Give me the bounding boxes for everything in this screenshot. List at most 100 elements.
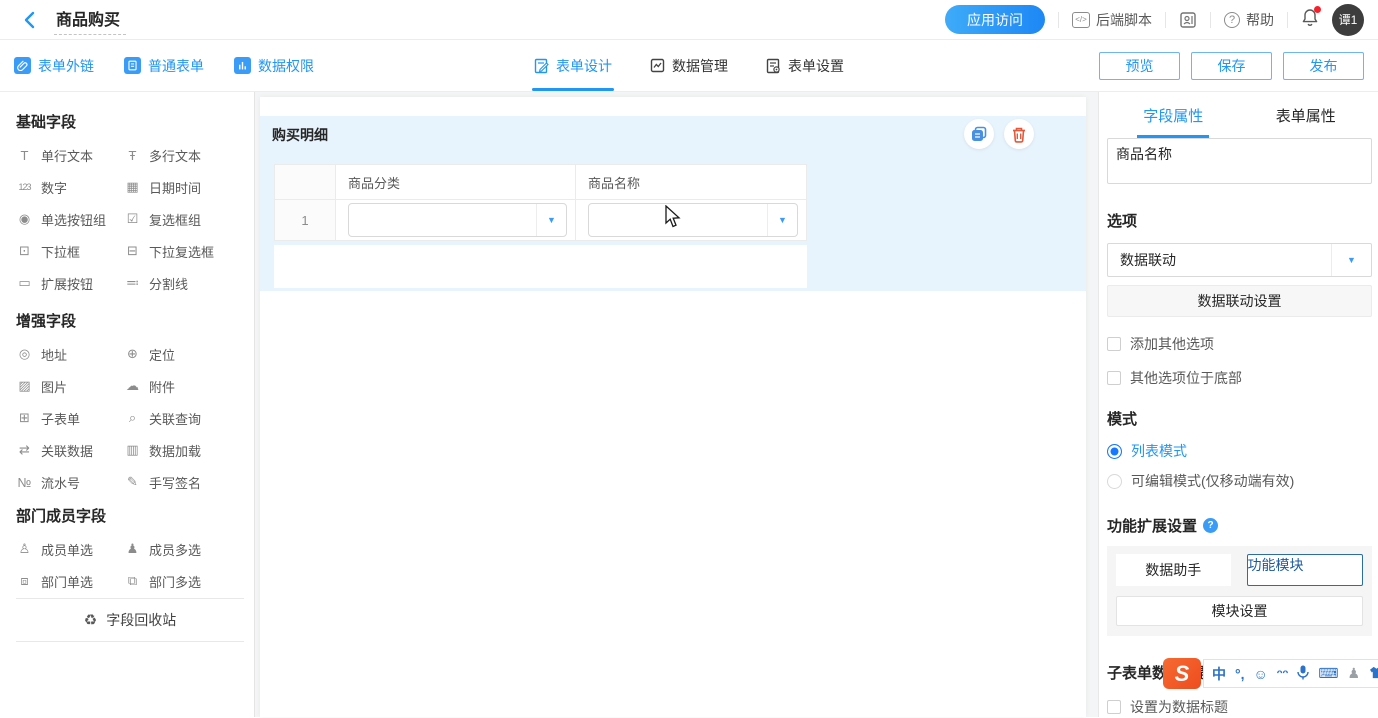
checkbox-icon: ☑ xyxy=(124,211,141,227)
tab-data-manage[interactable]: 数据管理 xyxy=(650,40,728,91)
notification-button[interactable] xyxy=(1301,8,1319,32)
person-icon: ♙ xyxy=(16,541,33,557)
set-data-title-checkbox[interactable]: 设置为数据标题 xyxy=(1107,697,1372,717)
data-permission-icon xyxy=(234,57,251,74)
dropdown-icon: ⊡ xyxy=(16,243,33,259)
sogou-logo[interactable]: S xyxy=(1163,658,1201,689)
tab-form-design[interactable]: 表单设计 xyxy=(534,40,612,91)
form-design-icon xyxy=(534,58,549,74)
palette-item-location[interactable]: ⊕定位 xyxy=(124,345,244,363)
help-button[interactable]: ? 帮助 xyxy=(1224,10,1274,30)
function-module-button[interactable]: 功能模块 xyxy=(1247,554,1364,586)
delete-widget-button[interactable] xyxy=(1004,119,1034,149)
options-source-select[interactable]: 数据联动 ▼ xyxy=(1107,243,1372,277)
palette-item-department-single[interactable]: ⧈部门单选 xyxy=(16,572,124,590)
palette-item-image[interactable]: ▨图片 xyxy=(16,377,124,395)
checkbox-icon xyxy=(1107,337,1121,351)
user-avatar[interactable]: 谭1 xyxy=(1332,4,1364,36)
palette-item-subform[interactable]: ⊞子表单 xyxy=(16,409,124,427)
back-button[interactable] xyxy=(18,9,40,31)
field-title-input[interactable]: 商品名称 xyxy=(1107,138,1372,184)
palette-item-data-load[interactable]: ▥数据加载 xyxy=(124,441,244,459)
palette-item-linked-query[interactable]: ⌕关联查询 xyxy=(124,409,244,427)
palette-item-address[interactable]: ◎地址 xyxy=(16,345,124,363)
palette-item-select[interactable]: ⊡下拉框 xyxy=(16,242,124,260)
palette-item-number[interactable]: 123数字 xyxy=(16,178,124,196)
app-access-button[interactable]: 应用访问 xyxy=(945,5,1045,34)
category-select[interactable]: ▼ xyxy=(348,203,567,237)
palette-item-datetime[interactable]: ▦日期时间 xyxy=(124,178,244,196)
data-link-settings-button[interactable]: 数据联动设置 xyxy=(1107,285,1372,317)
palette-item-linked-data[interactable]: ⇄关联数据 xyxy=(16,441,124,459)
field-recycle-bin[interactable]: ♻ 字段回收站 xyxy=(16,598,244,642)
list-mode-radio[interactable]: 列表模式 xyxy=(1107,441,1372,461)
column-header-index[interactable] xyxy=(275,165,336,199)
name-select[interactable]: ▼ xyxy=(588,203,798,237)
module-settings-button[interactable]: 模块设置 xyxy=(1116,596,1363,626)
tab-form-properties[interactable]: 表单属性 xyxy=(1240,92,1373,138)
account-icon[interactable]: ♟ xyxy=(1348,665,1361,682)
palette-item-attachment[interactable]: ☁附件 xyxy=(124,377,244,395)
search-link-icon: ⌕ xyxy=(124,410,141,426)
section-title-member-fields: 部门成员字段 xyxy=(16,505,244,526)
app-window: 商品购买 应用访问 </> 后端脚本 ? 帮助 谭1 xyxy=(0,0,1378,718)
palette-item-member-single[interactable]: ♙成员单选 xyxy=(16,540,124,558)
data-helper-button[interactable]: 数据助手 xyxy=(1116,554,1231,586)
subform-icon: ⊞ xyxy=(16,410,33,426)
column-header-category[interactable]: 商品分类 xyxy=(336,165,576,199)
palette-item-single-line-text[interactable]: T单行文本 xyxy=(16,146,124,164)
help-icon[interactable]: ? xyxy=(1203,518,1218,533)
chinese-mode-icon[interactable]: 中 xyxy=(1212,664,1226,684)
properties-panel: 字段属性 表单属性 商品名称 选项 数据联动 ▼ 数据联动设置 添加其他选项 其… xyxy=(1098,92,1378,717)
contacts-button[interactable] xyxy=(1179,11,1197,29)
form-sheet[interactable]: 购买明细 商品分类 商品名称 1 xyxy=(260,97,1086,717)
other-option-bottom-checkbox[interactable]: 其他选项位于底部 xyxy=(1107,368,1372,388)
palette-item-multi-select[interactable]: ⊟下拉复选框 xyxy=(124,242,244,260)
palette-item-extend-button[interactable]: ▭扩展按钮 xyxy=(16,274,124,292)
palette-item-serial-number[interactable]: №流水号 xyxy=(16,473,124,491)
palette-item-member-multi[interactable]: ♟成员多选 xyxy=(124,540,244,558)
contacts-icon xyxy=(1179,11,1197,29)
people-icon: ♟ xyxy=(124,541,141,557)
palette-item-divider[interactable]: ≕分割线 xyxy=(124,274,244,292)
radio-selected-icon xyxy=(1107,444,1122,459)
keyboard-icon[interactable]: ⌨ xyxy=(1318,665,1338,682)
palette-item-multi-line-text[interactable]: Ŧ多行文本 xyxy=(124,146,244,164)
radio-icon: ◉ xyxy=(16,211,33,227)
mode-label: 模式 xyxy=(1107,408,1372,429)
data-permission-entry[interactable]: 数据权限 xyxy=(234,56,314,76)
subform-widget-selected[interactable]: 购买明细 商品分类 商品名称 1 xyxy=(260,116,1086,291)
voice-icon[interactable] xyxy=(1297,665,1309,683)
add-other-option-checkbox[interactable]: 添加其他选项 xyxy=(1107,334,1372,354)
skin-icon[interactable] xyxy=(1369,666,1378,682)
text-icon: T xyxy=(16,148,33,163)
expression-icon[interactable]: ᵔᵔ xyxy=(1277,666,1289,682)
column-header-name[interactable]: 商品名称 xyxy=(576,165,806,199)
palette-item-department-multi[interactable]: ⧉部门多选 xyxy=(124,572,244,590)
checkbox-icon xyxy=(1107,700,1121,714)
preview-button[interactable]: 预览 xyxy=(1099,52,1180,80)
section-title-enhanced-fields: 增强字段 xyxy=(16,310,244,331)
divider xyxy=(1165,12,1166,28)
code-icon: </> xyxy=(1072,12,1090,28)
publish-button[interactable]: 发布 xyxy=(1283,52,1364,80)
divider xyxy=(1210,12,1211,28)
chevron-down-icon[interactable]: ▼ xyxy=(536,204,566,236)
punctuation-icon[interactable]: °, xyxy=(1235,666,1245,682)
external-link-entry[interactable]: 表单外链 xyxy=(14,56,94,76)
multi-dropdown-icon: ⊟ xyxy=(124,243,141,259)
form-title[interactable]: 商品购买 xyxy=(54,4,126,35)
plain-form-entry[interactable]: 普通表单 xyxy=(124,56,204,76)
tab-form-settings[interactable]: 表单设置 xyxy=(766,40,844,91)
chevron-down-icon[interactable]: ▼ xyxy=(767,204,797,236)
copy-widget-button[interactable] xyxy=(964,119,994,149)
save-button[interactable]: 保存 xyxy=(1191,52,1272,80)
palette-item-signature[interactable]: ✎手写签名 xyxy=(124,473,244,491)
palette-item-checkbox-group[interactable]: ☑复选框组 xyxy=(124,210,244,228)
editable-mode-radio[interactable]: 可编辑模式(仅移动端有效) xyxy=(1107,471,1372,491)
palette-item-radio-group[interactable]: ◉单选按钮组 xyxy=(16,210,124,228)
radio-icon xyxy=(1107,474,1122,489)
backend-script-button[interactable]: </> 后端脚本 xyxy=(1072,10,1152,30)
emoji-icon[interactable]: ☺ xyxy=(1254,666,1268,682)
tab-field-properties[interactable]: 字段属性 xyxy=(1107,92,1240,138)
